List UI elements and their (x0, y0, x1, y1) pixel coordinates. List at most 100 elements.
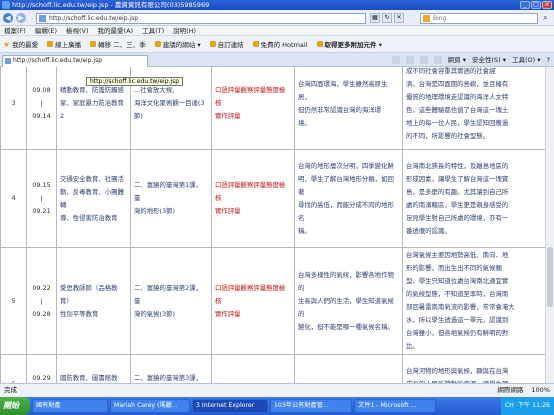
week-dates: 09.29| (26, 354, 57, 383)
forward-icon[interactable]: ▶ (16, 13, 26, 23)
description-cell-line: 處的南濱轄區，學生更是親身感受的 (406, 200, 509, 209)
menu-help[interactable]: 說明(H) (173, 26, 196, 35)
clock: 下午 11:26 (517, 402, 550, 409)
description-cell-line: 台灣南北狹長的特性，及離島地區的 (406, 161, 509, 170)
scrollbar-thumb[interactable] (547, 247, 553, 307)
description-cell-line: 型，學生只知道位處台灣南北適宜實 (406, 277, 509, 285)
favorite-item-transfer[interactable]: 轉移 二、三、季 (90, 39, 146, 49)
description-cell-line: 色，這些體驗都也值了台灣這一塊土 (406, 105, 509, 114)
assessment-cell-line: 口語評量觀察評量態度檢核 (215, 86, 286, 107)
compat-view-icon[interactable]: ▦ (370, 13, 380, 23)
address-url: http://schoff.lic.edu.tw/eip.jsp (49, 15, 139, 22)
link-icon (316, 41, 323, 47)
address-tools: ▦ ↻ ✕ (370, 13, 404, 23)
description-cell-line: 濟。台灣是四面圍的島嶼，並且擁有 (406, 79, 509, 88)
unit-cell-line: 二、富饒的臺灣第1課，臺 (134, 181, 202, 202)
taskbar-item-property[interactable]: 國有財產 (32, 399, 108, 413)
taskbar-item-music[interactable]: Mariah Carey (瑪麗... (110, 399, 190, 413)
window-titlebar: http://schoff.lic.edu.tw/eip.jsp - 農資資訊有… (0, 0, 554, 10)
tab-bar: http://schoff.lic.edu.tw/eip.jsp 網頁 ▾ 安全… (0, 53, 554, 67)
link-icon (154, 41, 161, 47)
week-dates: 09.08 | 09.14 (26, 67, 57, 150)
week-dates-line: 09.28 (32, 309, 51, 318)
topic-cell-line: 家、家庭暴力防治教育2 (60, 99, 124, 120)
vertical-scrollbar[interactable] (545, 67, 554, 383)
ie-icon (2, 1, 10, 9)
feeds-icon[interactable] (405, 56, 414, 64)
goal-cell: 台灣的地形層次分明，四季變化鮮 明，學生了解台灣地形分類，如回著 尋找的高低，而能分… (294, 149, 403, 248)
zoom-level[interactable]: 100% (531, 384, 550, 397)
goal-cell: 台灣多樣性的氣候，影響各地作物的 生長與人們的生活，學生知道氣候的變化，但不能是哪… (294, 247, 403, 355)
week-dates-line: 09.14 (32, 112, 51, 120)
maximize-button[interactable]: □ (531, 1, 541, 9)
page-menu[interactable]: 網頁 ▾ (448, 55, 466, 65)
topic-cell: 愛思教師節（品格教育） 性別平等教育 (56, 247, 131, 355)
home-icon[interactable] (391, 56, 400, 64)
description-cell-line: 優質的地理環境走認識的海洋人文特 (406, 92, 509, 101)
goal-cell-line: 變化，但不能是哪一種氣候名稱。 (298, 322, 394, 331)
assessment-cell (211, 354, 295, 383)
week-dates-line: | (40, 296, 43, 305)
print-icon[interactable] (433, 56, 442, 64)
tab-current[interactable]: http://schoff.lic.edu.tw/eip.jsp (2, 55, 148, 67)
language-indicator[interactable]: CH (505, 397, 514, 415)
assessment-cell: 口語評量觀察評量態度檢核 實作評量 (211, 247, 295, 355)
system-tray: CH 下午 11:26 (500, 397, 554, 415)
description-cell-line: 水，所以學生透過這一單元，認識到 (406, 316, 509, 324)
command-bar: 網頁 ▾ 安全性(S) ▾ 工具(O) ▾ ? (391, 55, 550, 65)
address-input[interactable]: http://schoff.lic.edu.tw/eip.jsp (36, 13, 366, 24)
favorite-item-custom-links[interactable]: 自訂連結 (209, 39, 244, 49)
goal-cell-line: 生長與人們的生活，學生知道氣候的 (298, 296, 394, 318)
start-button[interactable]: 開始 (0, 397, 30, 415)
description-cell-line: 台灣雖小，但各地氣候仍有鮮明的對 (406, 329, 509, 337)
favorites-button[interactable]: ★ 我的最愛 (3, 39, 38, 50)
window-controls: _ □ × (520, 1, 552, 9)
taskbar-item-word[interactable]: 文件1 - Microsoft ... (354, 399, 436, 413)
topic-cell-line: 交通安全教育、社團活 (60, 174, 124, 183)
unit-cell-line: 二、富饒的臺灣第3課，臺 (134, 373, 202, 382)
description-cell-line: 形成因素，讓學生了解台灣這一塊寶 (406, 174, 509, 183)
menu-favorites[interactable]: 我的最愛(A) (98, 26, 134, 35)
goal-cell-line: 境。 (298, 118, 311, 127)
unit-cell: 二、富饒的臺灣第2課，臺 灣的氣候(3節) (130, 247, 212, 355)
week-number: 6 (0, 354, 27, 383)
favorite-item-hotmail[interactable]: 免費的 Hotmail (252, 39, 308, 49)
description-cell: 台灣氣候主要因地勢高低、南向、地 形的影響，而出生出不同的氣候類 型，學生只知道位處… (402, 247, 545, 355)
week-dates-line: 09.29 (32, 373, 51, 382)
favorites-bar: ★ 我的最愛 線上廣播 轉移 二、三、季 建議的網站 ▾ 自訂連結 免費的 Ho… (0, 36, 554, 53)
menu-tools[interactable]: 工具(T) (142, 26, 164, 35)
table-row: 3 09.08 | 09.14 精動教育、防護防觸感 家、家庭暴力防治教育2 ...社會放大… (0, 67, 545, 150)
taskbar-item-property-mgmt[interactable]: 103年公有財產管... (270, 399, 352, 413)
goal-cell-line: 台灣多樣性的氣候，影響各地作物的 (298, 270, 394, 292)
stop-icon[interactable]: ✕ (394, 13, 404, 23)
back-icon[interactable]: ◀ (3, 13, 13, 23)
menu-edit[interactable]: 編輯(E) (35, 26, 57, 35)
favorite-item-suggested[interactable]: 建議的網站 ▾ (154, 39, 201, 49)
mail-icon[interactable] (419, 56, 428, 64)
close-button[interactable]: × (542, 1, 552, 9)
favorite-item-addons[interactable]: 取得更多附加元件 ▾ (316, 39, 382, 49)
description-cell-line: 足見學生對自己所處的環境，亦有一 (406, 213, 509, 222)
topic-cell-line: 性別平等教育 (60, 309, 99, 318)
tools-menu[interactable]: 工具(O) ▾ (512, 55, 541, 65)
unit-cell-line: 灣的地形(3節) (134, 207, 176, 215)
week-number: 3 (0, 67, 27, 150)
help-button[interactable]: ? (547, 55, 550, 65)
menu-view[interactable]: 檢視(V) (66, 26, 89, 35)
status-text: 完成 (4, 386, 17, 394)
search-input[interactable]: Bing (420, 13, 538, 24)
minimize-button[interactable]: _ (520, 1, 530, 9)
refresh-icon[interactable]: ↻ (382, 13, 392, 23)
favorite-item-radio[interactable]: 線上廣播 (47, 39, 81, 49)
topic-cell: 交通安全教育、社團活 動、反毒教育、小團體轉 導、性侵害防治教育 (56, 149, 131, 248)
unit-cell: 二、富饒的臺灣第1課，臺灣的地形(3節) (130, 149, 212, 248)
safety-menu[interactable]: 安全性(S) ▾ (472, 55, 506, 65)
taskbar-item-ie[interactable]: 3 Internet Explorer (192, 399, 268, 413)
assessment-cell-line: 實作評量 (215, 207, 241, 215)
window-title: http://schoff.lic.edu.tw/eip.jsp - 農資資訊有… (12, 1, 210, 9)
search-icon[interactable]: ⌕ (540, 13, 551, 24)
description-cell-line: 部回暑雷南南氣流的影響，常常會淹大 (406, 303, 515, 311)
menu-file[interactable]: 檔案(F) (4, 26, 26, 35)
search-placeholder: Bing (433, 15, 447, 22)
week-dates-line: | (40, 194, 43, 202)
